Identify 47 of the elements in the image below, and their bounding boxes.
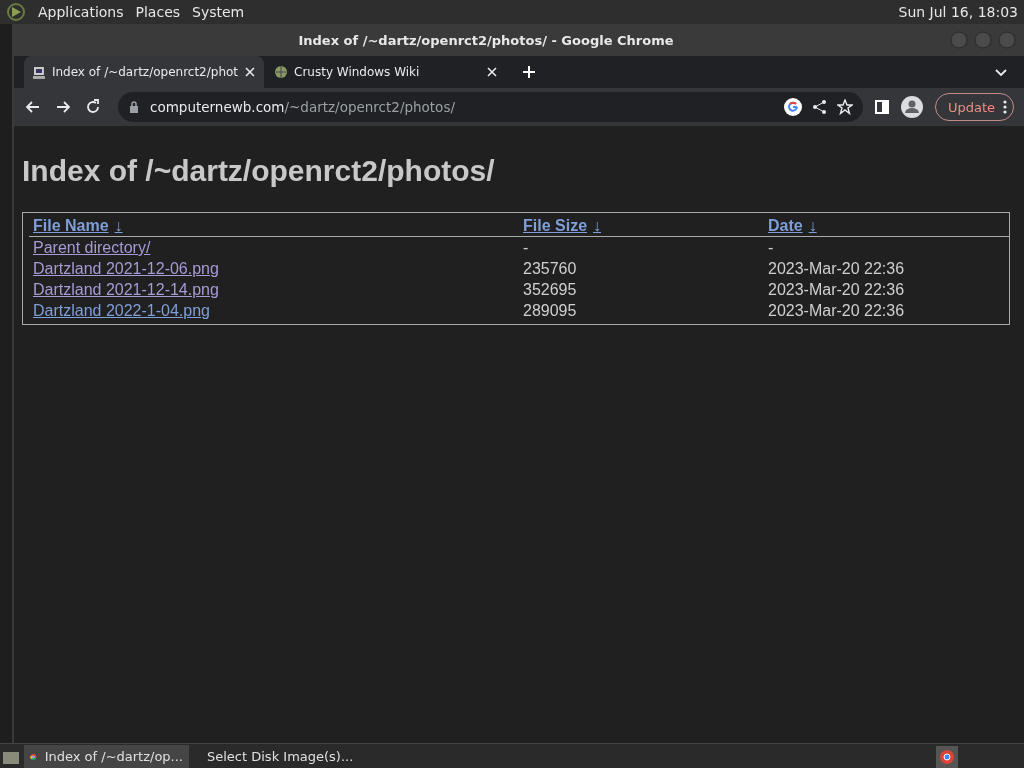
google-icon[interactable]	[783, 98, 802, 116]
reload-icon[interactable]	[84, 98, 102, 116]
url-path: /~dartz/openrct2/photos/	[284, 99, 455, 115]
lock-icon	[128, 100, 140, 114]
browser-tab[interactable]: Crusty Windows Wiki	[266, 56, 506, 88]
taskbar-item[interactable]: Index of /~dartz/op...	[24, 745, 189, 768]
sort-link[interactable]: ↓	[808, 217, 817, 234]
more-icon[interactable]	[1003, 100, 1007, 114]
close-icon[interactable]	[244, 66, 256, 78]
url-host: computernewb.com	[150, 99, 285, 115]
size-cell-text: 352695	[522, 280, 578, 300]
logo-icon[interactable]	[6, 2, 26, 22]
column-header-link[interactable]: Date	[768, 217, 803, 234]
size-cell-text: 235760	[522, 259, 578, 279]
star-icon[interactable]	[836, 99, 853, 115]
size-cell-text: 289095	[522, 301, 578, 321]
clock: Sun Jul 16, 18:03	[898, 4, 1018, 20]
menu-item[interactable]: Places	[135, 4, 181, 20]
file-link[interactable]: Dartzland 2021-12-14.png	[33, 281, 219, 298]
page-heading: Index of /~dartz/openrct2/photos/	[22, 154, 496, 188]
avatar-icon[interactable]	[900, 96, 923, 118]
size-cell-text: -	[522, 238, 530, 258]
date-cell-text: -	[767, 238, 775, 258]
menu-item[interactable]: Applications	[38, 4, 124, 20]
address-bar[interactable]: computernewb.com/~dartz/openrct2/photos/	[118, 92, 863, 122]
browser-tab[interactable]: Index of /~dartz/openrct2/phot	[24, 56, 264, 88]
window-title: Index of /~dartz/openrct2/photos/ - Google Chrome	[297, 32, 675, 48]
side-panel-icon[interactable]	[874, 100, 889, 114]
taskbar-item[interactable]: Select Disk Image(s)...	[193, 745, 358, 768]
file-link[interactable]: Dartzland 2022-1-04.png	[33, 302, 210, 319]
file-link[interactable]: Dartzland 2021-12-06.png	[33, 260, 219, 277]
new-tab-icon[interactable]	[522, 65, 536, 79]
date-cell-text: 2023-Mar-20 22:36	[767, 301, 906, 321]
chevron-down-icon[interactable]	[994, 67, 1008, 77]
sort-link[interactable]: ↓	[114, 217, 123, 234]
computer-icon	[32, 65, 46, 79]
column-header-link[interactable]: File Name	[33, 217, 109, 234]
chrome-icon[interactable]	[936, 745, 958, 768]
menu-item[interactable]: System	[192, 4, 245, 20]
date-cell-text: 2023-Mar-20 22:36	[767, 280, 906, 300]
close-icon[interactable]	[486, 66, 498, 78]
sort-link[interactable]: ↓	[593, 217, 602, 234]
file-link[interactable]: Parent directory/	[33, 239, 151, 256]
share-icon[interactable]	[811, 99, 827, 115]
globe-icon	[274, 65, 288, 79]
column-header-link[interactable]: File Size	[523, 217, 588, 234]
date-cell-text: 2023-Mar-20 22:36	[767, 259, 906, 279]
